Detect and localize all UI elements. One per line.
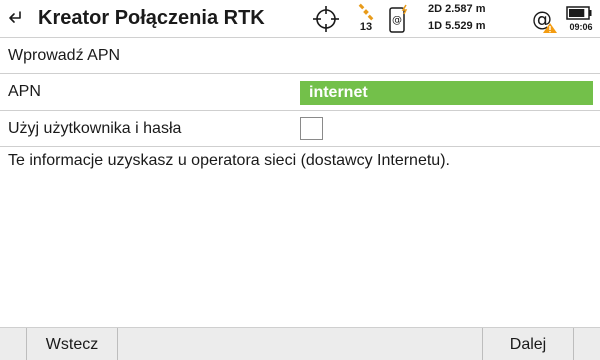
info-text: Te informacje uzyskasz u operatora sieci… (8, 152, 450, 169)
page-title: Kreator Połączenia RTK (38, 7, 265, 29)
clock: 09:06 (569, 22, 593, 32)
battery-icon (566, 6, 592, 20)
internet-warning-icon[interactable]: @ (530, 6, 558, 34)
svg-text:@: @ (392, 15, 402, 26)
section-title-row: Wprowadź APN (0, 38, 600, 74)
next-button[interactable]: Dalej (483, 328, 573, 360)
device-connection-icon[interactable]: @ (388, 4, 410, 34)
satellite-icon[interactable] (357, 3, 375, 21)
quality-2d: 2D 2.587 m (428, 3, 486, 15)
apn-input[interactable]: internet (300, 81, 593, 105)
satellite-count: 13 (359, 21, 373, 33)
section-title: Wprowadź APN (8, 47, 121, 64)
quality-1d: 1D 5.529 m (428, 20, 486, 32)
back-arrow-icon[interactable] (6, 9, 26, 29)
title-bar: Kreator Połączenia RTK 13 @ 2D 2.587 m 1… (0, 0, 600, 38)
use-user-checkbox[interactable] (300, 117, 323, 140)
back-button[interactable]: Wstecz (27, 328, 117, 360)
crosshair-icon[interactable] (312, 5, 340, 33)
footer-divider (573, 328, 574, 360)
footer-bar: Wstecz Dalej (0, 327, 600, 360)
use-user-label: Użyj użytkownika i hasła (8, 120, 182, 137)
footer-divider (117, 328, 118, 360)
apn-label: APN (8, 83, 41, 100)
